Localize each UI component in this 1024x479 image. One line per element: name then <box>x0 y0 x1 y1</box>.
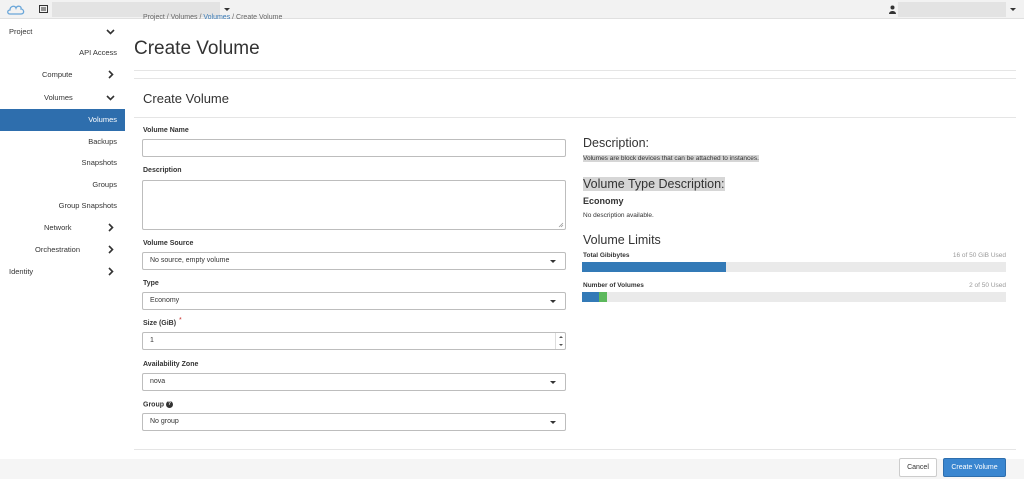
chevron-right-icon <box>108 70 114 79</box>
availability-zone-select[interactable]: nova <box>142 373 566 391</box>
page-title: Create Volume <box>134 38 260 59</box>
breadcrumb-current: Create Volume <box>236 14 283 21</box>
chevron-right-icon <box>108 267 114 276</box>
chevron-down-icon <box>106 29 115 35</box>
volume-limits-heading: Volume Limits <box>583 233 661 247</box>
question-circle-icon[interactable]: ? <box>165 401 173 408</box>
create-volume-button[interactable]: Create Volume <box>943 458 1006 477</box>
cloud-logo-icon[interactable] <box>6 3 26 16</box>
volume-type-name: Economy <box>583 196 624 206</box>
sidebar-item-identity[interactable]: Identity <box>0 261 125 283</box>
sidebar-item-orchestration[interactable]: Orchestration <box>0 239 125 261</box>
volume-name-input[interactable] <box>142 139 566 157</box>
required-asterisk: * <box>179 317 182 324</box>
volumes-count-label: Number of Volumes <box>583 282 644 289</box>
chevron-right-icon <box>108 223 114 232</box>
availability-zone-value: nova <box>150 378 166 385</box>
sidebar-item-label: Orchestration <box>35 245 81 254</box>
size-stepper[interactable]: 1 <box>142 332 566 350</box>
size-spinner[interactable] <box>555 333 565 349</box>
sidebar-item-label: Network <box>44 223 72 232</box>
divider <box>134 117 1016 118</box>
divider <box>134 449 1016 450</box>
group-label: Group ? <box>143 401 173 408</box>
sidebar-item-network[interactable]: Network <box>0 217 125 239</box>
resize-handle-icon[interactable] <box>558 222 564 228</box>
breadcrumb-volumes[interactable]: Volumes <box>171 14 198 21</box>
divider <box>134 78 1016 79</box>
size-value: 1 <box>150 337 154 344</box>
sidebar-item-api-access[interactable]: API Access <box>0 42 125 64</box>
description-heading: Description: <box>583 136 649 150</box>
gibibytes-label: Total Gibibytes <box>583 252 630 259</box>
modal-title: Create Volume <box>143 91 229 106</box>
volumes-used-fill <box>582 292 599 302</box>
sidebar-item-label: Volumes <box>88 115 117 124</box>
volume-source-label: Volume Source <box>143 240 194 247</box>
volume-type-description-text: No description available. <box>583 212 654 219</box>
breadcrumb-volumes-link[interactable]: Volumes <box>203 14 230 21</box>
volume-source-select[interactable]: No source, empty volume <box>142 252 566 270</box>
breadcrumb: Project / Volumes / Volumes / Create Vol… <box>143 14 283 21</box>
sidebar-item-snapshots[interactable]: Snapshots <box>0 152 125 174</box>
divider <box>134 70 1016 71</box>
volumes-added-fill <box>598 292 608 302</box>
user-menu[interactable] <box>898 2 1006 17</box>
group-label-text: Group <box>143 401 164 409</box>
project-dropdown-caret-icon[interactable] <box>224 8 230 11</box>
volume-source-value: No source, empty volume <box>150 257 230 264</box>
sidebar-item-label: Groups <box>92 180 117 189</box>
chevron-down-icon <box>550 381 556 384</box>
description-label: Description <box>143 167 182 174</box>
sidebar-item-group-snapshots[interactable]: Group Snapshots <box>0 195 125 217</box>
gibibytes-added-fill <box>717 262 727 272</box>
sidebar-item-label: Project <box>9 27 33 36</box>
chevron-down-icon <box>550 260 556 263</box>
description-text: Volumes are block devices that can be at… <box>583 155 759 162</box>
cancel-button[interactable]: Cancel <box>899 458 937 477</box>
volumes-count-progress-bar <box>582 292 1006 302</box>
volumes-count-used: 2 of 50 Used <box>969 282 1006 289</box>
sidebar-item-project[interactable]: Project <box>0 21 125 43</box>
type-select[interactable]: Economy <box>142 292 566 310</box>
chevron-down-icon <box>550 421 556 424</box>
type-label: Type <box>143 280 159 287</box>
chevron-down-icon <box>106 95 115 101</box>
sidebar-item-volumes[interactable]: Volumes <box>0 109 125 131</box>
sidebar-item-groups[interactable]: Groups <box>0 174 125 196</box>
group-value: No group <box>150 418 179 425</box>
sidebar-item-label: Backups <box>88 137 117 146</box>
volume-type-description-heading: Volume Type Description: <box>583 177 725 191</box>
user-dropdown-caret-icon[interactable] <box>1010 8 1016 11</box>
gibibytes-progress-bar <box>582 262 1006 272</box>
gibibytes-used-fill <box>582 262 718 272</box>
description-textarea[interactable] <box>142 180 566 230</box>
volume-name-label: Volume Name <box>143 127 189 134</box>
type-value: Economy <box>150 297 180 304</box>
chevron-right-icon <box>108 245 114 254</box>
sidebar-item-label: Volumes <box>44 93 73 102</box>
sidebar-item-volumes-group[interactable]: Volumes <box>0 87 125 109</box>
availability-zone-label: Availability Zone <box>143 361 199 368</box>
gibibytes-used: 16 of 50 GiB Used <box>952 252 1006 259</box>
breadcrumb-project[interactable]: Project <box>143 14 165 21</box>
sidebar-item-label: Compute <box>42 70 73 79</box>
chevron-down-icon <box>550 300 556 303</box>
caret-up-icon[interactable] <box>556 333 566 341</box>
modal-footer <box>0 459 1024 479</box>
size-label-text: Size (GiB) <box>143 320 177 327</box>
sidebar-item-label: Identity <box>9 267 34 276</box>
sidebar-item-backups[interactable]: Backups <box>0 131 125 153</box>
sidebar-item-compute[interactable]: Compute <box>0 64 125 86</box>
caret-down-icon[interactable] <box>556 341 566 349</box>
size-label: Size (GiB) * <box>143 317 182 327</box>
project-list-icon <box>39 5 48 13</box>
group-select[interactable]: No group <box>142 413 566 431</box>
sidebar-item-label: Snapshots <box>81 158 117 167</box>
sidebar-item-label: Group Snapshots <box>58 201 117 210</box>
sidebar: Project API Access Compute Volumes Volum… <box>0 19 125 459</box>
sidebar-item-label: API Access <box>79 48 117 57</box>
user-icon <box>889 5 896 14</box>
